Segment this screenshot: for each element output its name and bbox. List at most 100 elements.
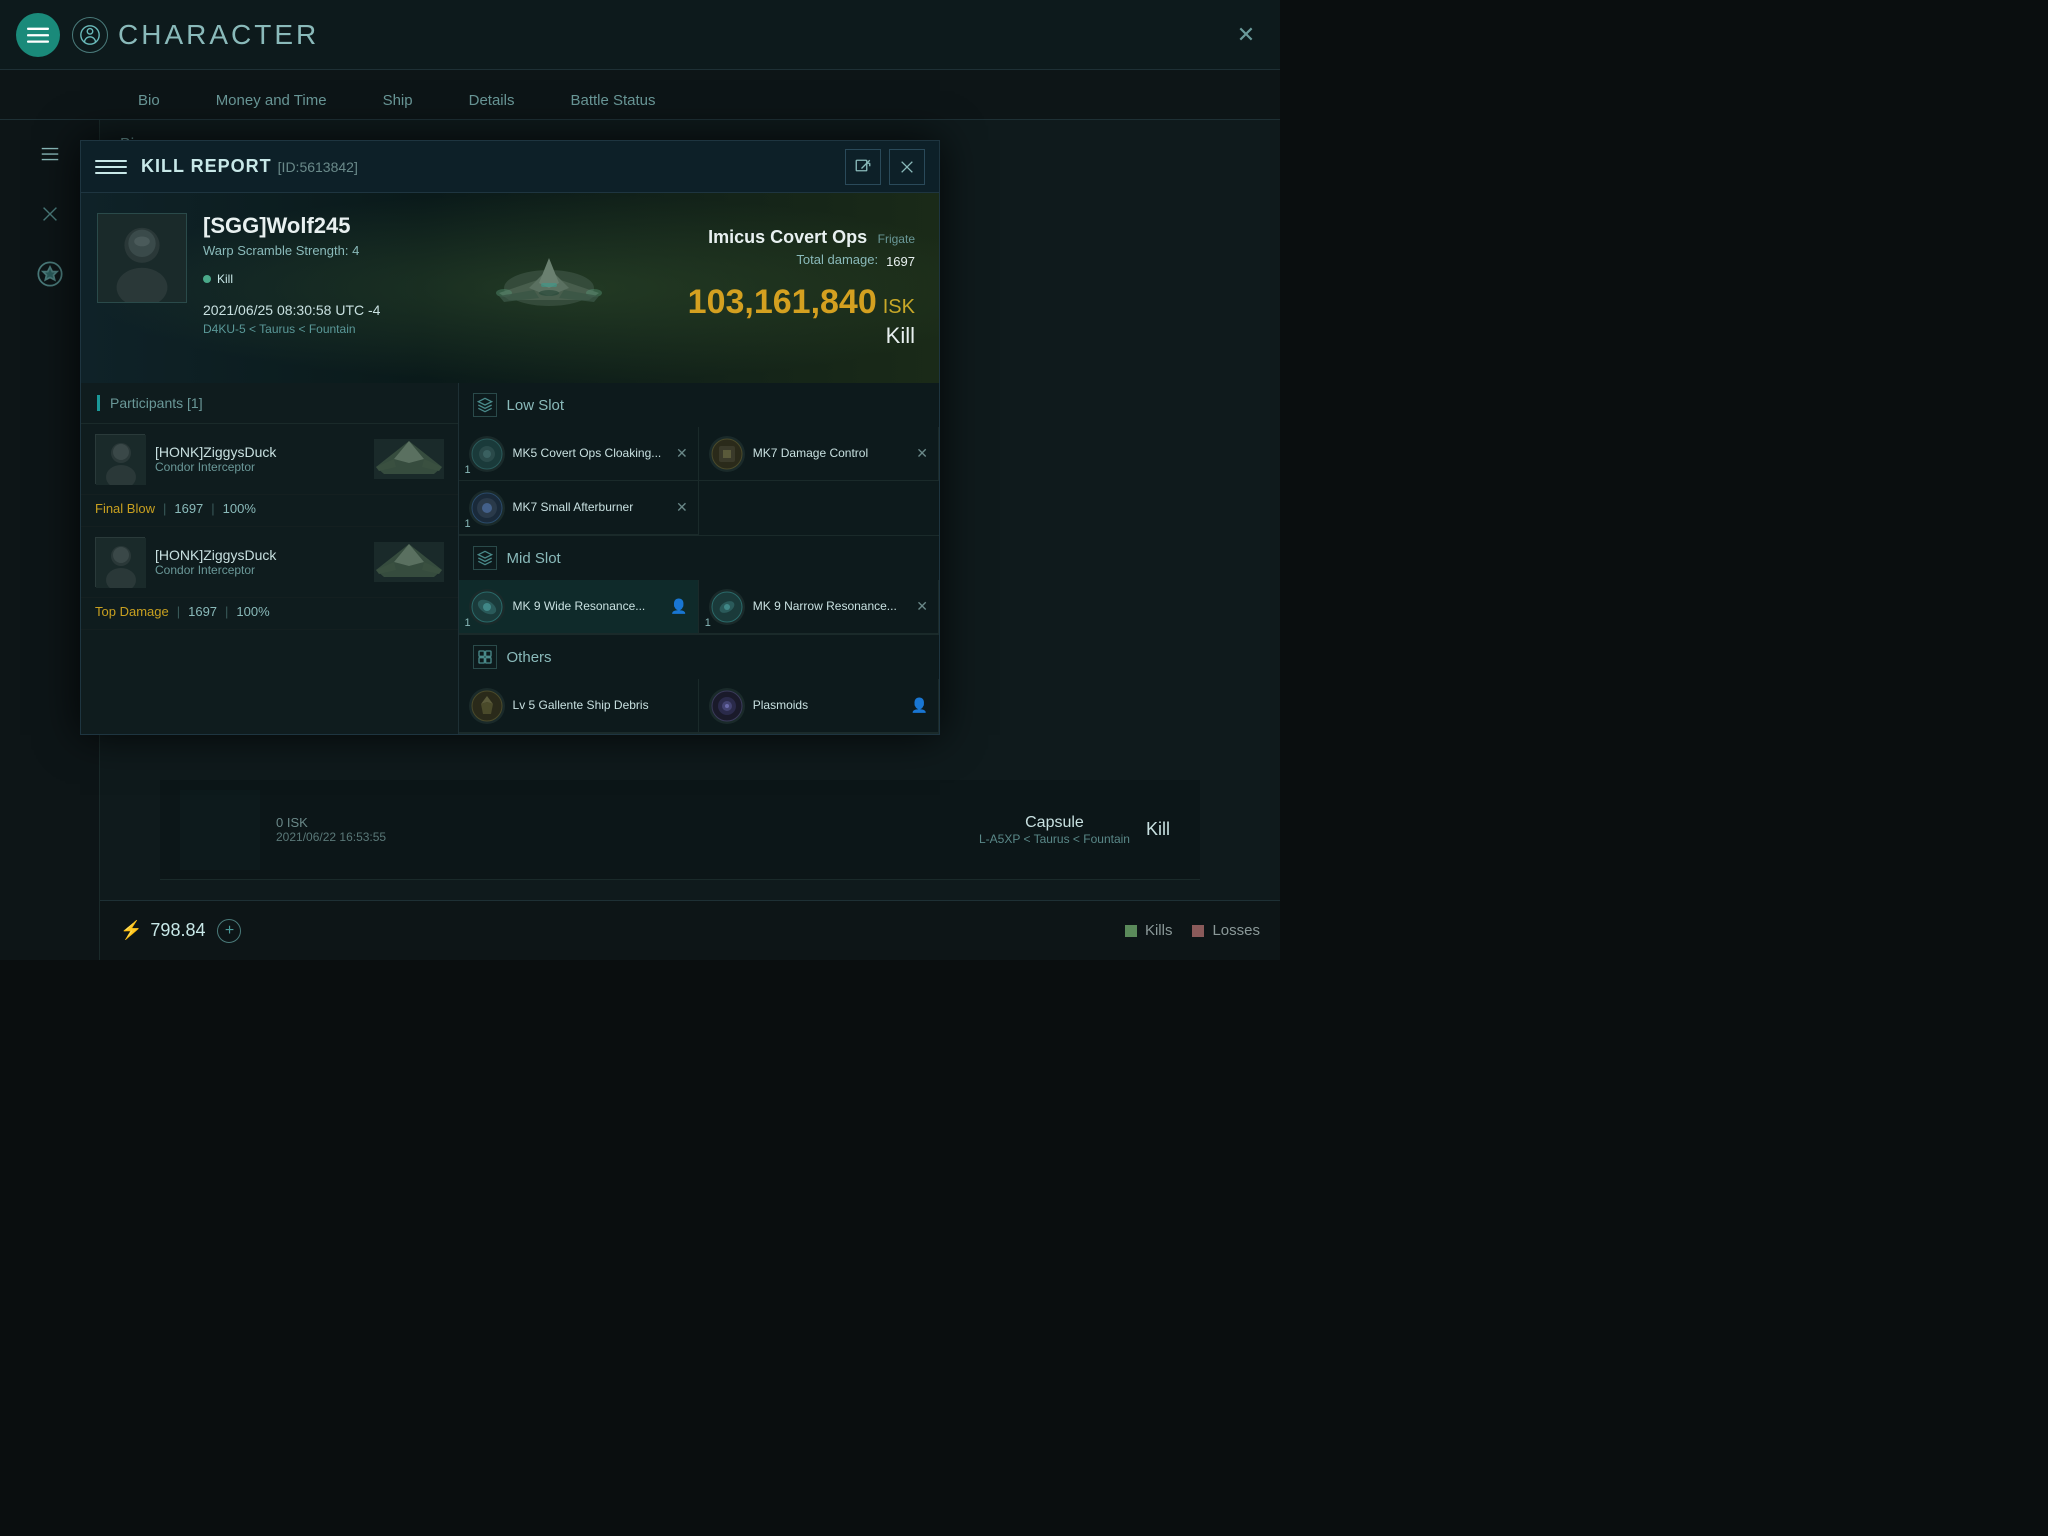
kill-location: D4KU-5 < Taurus < Fountain bbox=[203, 322, 380, 336]
character-icon bbox=[72, 17, 108, 53]
mid-item-2-img bbox=[709, 589, 745, 625]
low-slot-item-3: MK7 Small Afterburner ✕ 1 bbox=[459, 481, 699, 535]
low-slot-icon bbox=[473, 393, 497, 417]
bg-ship-thumb bbox=[180, 790, 260, 870]
bg-kill-type: Kill bbox=[1146, 819, 1170, 840]
ship-svg bbox=[469, 228, 629, 348]
pilot-info: [SGG]Wolf245 Warp Scramble Strength: 4 K… bbox=[203, 193, 380, 383]
low-slot-item-2: MK7 Damage Control ✕ bbox=[699, 427, 939, 481]
menu-button[interactable] bbox=[16, 13, 60, 57]
add-stat-button[interactable]: + bbox=[217, 919, 241, 943]
low-item-1-name: MK5 Covert Ops Cloaking... bbox=[513, 446, 669, 462]
low-slot-item-1: MK5 Covert Ops Cloaking... ✕ 1 bbox=[459, 427, 699, 481]
kr-action-buttons bbox=[845, 149, 925, 185]
damage-row: Total damage: 1697 bbox=[796, 252, 915, 271]
low-item-3-name: MK7 Small Afterburner bbox=[513, 500, 669, 516]
kill-report-window: KILL REPORT [ID:5613842] bbox=[80, 140, 940, 735]
participant-2-name: [HONK]ZiggysDuck bbox=[155, 547, 276, 563]
close-main-button[interactable]: ✕ bbox=[1228, 17, 1264, 53]
participant-entry-1: [HONK]ZiggysDuck Condor Interceptor bbox=[81, 424, 458, 495]
kills-dot bbox=[1125, 925, 1137, 937]
low-item-1-remove[interactable]: ✕ bbox=[676, 445, 688, 462]
pilot-avatar bbox=[97, 213, 187, 303]
kill-report-title: KILL REPORT bbox=[141, 156, 272, 177]
low-item-1-img bbox=[469, 436, 505, 472]
tab-money[interactable]: Money and Time bbox=[188, 84, 355, 119]
losses-label: Losses bbox=[1212, 922, 1260, 939]
low-slot-header: Low Slot bbox=[459, 383, 939, 427]
others-label: Others bbox=[507, 649, 552, 666]
low-item-2-name: MK7 Damage Control bbox=[753, 446, 909, 462]
participants-header: Participants [1] bbox=[81, 383, 458, 424]
mid-item-1-name: MK 9 Wide Resonance... bbox=[513, 599, 663, 615]
window-title: CHARACTER bbox=[118, 19, 319, 51]
final-blow-label: Final Blow bbox=[95, 501, 155, 516]
low-slot-section: Low Slot MK5 Cove bbox=[459, 383, 939, 536]
tab-battle[interactable]: Battle Status bbox=[542, 84, 683, 119]
participant-2-damage: 1697 bbox=[188, 604, 217, 619]
kr-menu-button[interactable] bbox=[95, 151, 127, 183]
participant-2-stats: Top Damage | 1697 | 100% bbox=[81, 598, 458, 630]
kill-type: Kill bbox=[886, 323, 915, 349]
sidebar-menu-icon[interactable] bbox=[28, 132, 72, 176]
kr-close-button[interactable] bbox=[889, 149, 925, 185]
ship-class-name: Imicus Covert Ops bbox=[708, 227, 867, 247]
others-item-2-img bbox=[709, 688, 745, 724]
participant-1-avatar bbox=[95, 434, 145, 484]
participants-label: Participants [1] bbox=[110, 395, 203, 411]
kill-report-right-info: Imicus Covert Ops Frigate Total damage: … bbox=[669, 193, 939, 383]
kill-report-id: [ID:5613842] bbox=[278, 159, 358, 175]
participant-2-info: [HONK]ZiggysDuck Condor Interceptor bbox=[155, 547, 276, 577]
participant-1-damage: 1697 bbox=[174, 501, 203, 516]
kill-dot bbox=[203, 275, 211, 283]
low-slot-items: MK5 Covert Ops Cloaking... ✕ 1 bbox=[459, 427, 939, 535]
bg-isk: 0 ISK bbox=[276, 815, 963, 830]
participant-2-percent: 100% bbox=[236, 604, 269, 619]
participant-1-info: [HONK]ZiggysDuck Condor Interceptor bbox=[155, 444, 276, 474]
mid-slot-header: Mid Slot bbox=[459, 536, 939, 580]
bg-ship-info: Capsule L-A5XP < Taurus < Fountain bbox=[979, 814, 1130, 846]
low-item-2-remove[interactable]: ✕ bbox=[916, 445, 928, 462]
kill-report-content: Participants [1] [HONK]ZiggysDuck bbox=[81, 383, 939, 734]
bg-timestamp: 2021/06/22 16:53:55 bbox=[276, 830, 963, 844]
sidebar-close-icon[interactable] bbox=[28, 192, 72, 236]
stat-icon: ⚡ bbox=[120, 920, 142, 941]
top-damage-label: Top Damage bbox=[95, 604, 169, 619]
bg-location: L-A5XP < Taurus < Fountain bbox=[979, 832, 1130, 846]
total-damage-value: 1697 bbox=[886, 254, 915, 269]
losses-dot bbox=[1192, 925, 1204, 937]
equipment-panel: Low Slot MK5 Cove bbox=[459, 383, 939, 734]
others-item-2-person: 👤 bbox=[911, 697, 928, 714]
low-item-2-img bbox=[709, 436, 745, 472]
kr-external-button[interactable] bbox=[845, 149, 881, 185]
tab-bar: Bio Money and Time Ship Details Battle S… bbox=[0, 70, 1280, 120]
isk-row: 103,161,840 ISK bbox=[688, 277, 915, 323]
kill-badge-label: Kill bbox=[217, 272, 233, 286]
mid-item-1-count: 1 bbox=[465, 617, 471, 629]
participant-2-ship: Condor Interceptor bbox=[155, 563, 276, 577]
participant-entry-2: [HONK]ZiggysDuck Condor Interceptor bbox=[81, 527, 458, 598]
participant-1-name: [HONK]ZiggysDuck bbox=[155, 444, 276, 460]
warp-strength: Warp Scramble Strength: 4 bbox=[203, 243, 380, 258]
ship-type: Frigate bbox=[878, 232, 915, 246]
others-item-1-name: Lv 5 Gallente Ship Debris bbox=[513, 698, 688, 714]
others-item-1-img bbox=[469, 688, 505, 724]
mid-item-2-remove[interactable]: ✕ bbox=[916, 598, 928, 615]
low-item-3-remove[interactable]: ✕ bbox=[676, 499, 688, 516]
mid-item-1-img bbox=[469, 589, 505, 625]
top-bar: CHARACTER ✕ bbox=[0, 0, 1280, 70]
mid-slot-section: Mid Slot MK 9 Wid bbox=[459, 536, 939, 635]
kill-badge: Kill bbox=[203, 272, 233, 286]
mid-slot-item-1: MK 9 Wide Resonance... 👤 1 bbox=[459, 580, 699, 634]
mid-slot-label: Mid Slot bbox=[507, 550, 561, 567]
tab-details[interactable]: Details bbox=[441, 84, 543, 119]
isk-currency: ISK bbox=[883, 296, 915, 319]
tab-bio[interactable]: Bio bbox=[110, 84, 188, 119]
mid-slot-item-2: MK 9 Narrow Resonance... ✕ 1 bbox=[699, 580, 939, 634]
others-header: Others bbox=[459, 635, 939, 679]
others-item-1: Lv 5 Gallente Ship Debris bbox=[459, 679, 699, 733]
sidebar-star-icon[interactable] bbox=[28, 252, 72, 296]
tab-ship[interactable]: Ship bbox=[355, 84, 441, 119]
others-item-2: Plasmoids 👤 bbox=[699, 679, 939, 733]
ship-name-block: Imicus Covert Ops Frigate bbox=[708, 227, 915, 248]
